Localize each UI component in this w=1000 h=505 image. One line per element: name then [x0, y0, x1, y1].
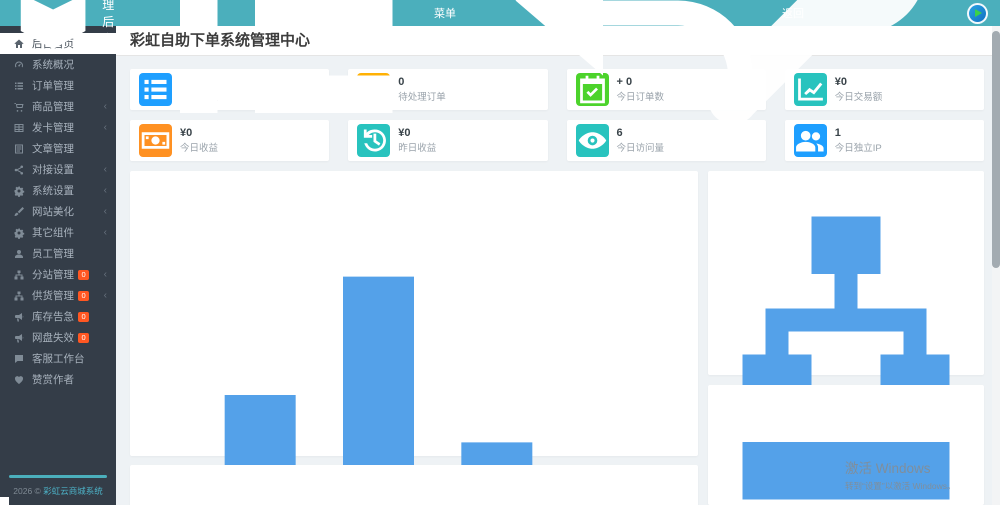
- sidebar-item[interactable]: 客服工作台: [0, 348, 116, 369]
- footer-brand-link[interactable]: 彩虹云商城系统: [43, 486, 103, 496]
- system-info-title: 系统信息: [708, 385, 984, 505]
- heart-icon: [13, 374, 25, 386]
- wrench-icon[interactable]: [653, 0, 953, 163]
- gauge-icon: [13, 59, 25, 71]
- sidebar-footer: 2026 © 彩虹云商城系统: [0, 475, 116, 497]
- sidebar-badge: 0: [78, 290, 90, 301]
- brush-icon: [13, 206, 25, 218]
- chevron-left-icon: ‹: [103, 269, 107, 280]
- sidebar-item[interactable]: 系统概况: [0, 54, 116, 75]
- left-column: 一周交易数据分析 订单量交易量 021602170218021902200221…: [130, 171, 698, 505]
- chevron-left-icon: ‹: [103, 290, 107, 301]
- sitemap-icon: [708, 216, 989, 424]
- list-icon: [13, 80, 25, 92]
- sidebar: 后台首页 系统概况 订单管理 商品管理 ‹ 发卡管理 ‹ 文章管理 对接设置 ‹…: [0, 26, 116, 505]
- user-icon: [13, 248, 25, 260]
- sidebar-item[interactable]: 发卡管理 ‹: [0, 117, 116, 138]
- bullhorn-icon: [13, 311, 25, 323]
- admin-dashboard: 管理后台 菜单 返回 后台首页 系统概况 订单管理: [0, 0, 1000, 505]
- cart-icon: [13, 101, 25, 113]
- sidebar-item[interactable]: 网盘失效 0: [0, 327, 116, 348]
- gear-icon: [13, 185, 25, 197]
- sidebar-footer-bar: [9, 475, 107, 478]
- topbar: 管理后台 菜单 返回: [0, 0, 1000, 125]
- sidebar-item[interactable]: 供货管理 0 ‹: [0, 285, 116, 306]
- right-column: 分站统计 0 分站/用户总数 0 今日新开分站 % ¥0 今日分站提成 ¥0 待…: [708, 171, 984, 505]
- topbar-right: [653, 0, 988, 125]
- brand[interactable]: 管理后台: [0, 0, 116, 56]
- brand-label: 管理后台: [102, 0, 115, 46]
- menu-button[interactable]: 菜单: [130, 0, 456, 163]
- chevron-left-icon: ‹: [103, 206, 107, 217]
- trade-chart-title: 一周交易数据分析: [130, 171, 698, 505]
- book-icon: [13, 143, 25, 155]
- chevron-left-icon: ‹: [103, 185, 107, 196]
- sidebar-footer-text: 2026 © 彩虹云商城系统: [13, 486, 103, 496]
- visit-chart-title: 一周访问统计: [130, 465, 698, 505]
- sitemap-icon: [13, 290, 25, 302]
- share-icon: [13, 164, 25, 176]
- scrollbar-thumb[interactable]: [992, 31, 1000, 268]
- sidebar-badge: 0: [78, 269, 90, 280]
- sitemap-icon: [13, 269, 25, 281]
- sidebar-item[interactable]: 商品管理 ‹: [0, 96, 116, 117]
- sidebar-item[interactable]: 赞赏作者: [0, 369, 116, 390]
- chevron-left-icon: ‹: [103, 101, 107, 112]
- sidebar-item[interactable]: 文章管理: [0, 138, 116, 159]
- substation-panel: 分站统计 0 分站/用户总数 0 今日新开分站 % ¥0 今日分站提成 ¥0 待…: [708, 171, 984, 505]
- scrollbar: [992, 26, 1000, 505]
- browser-logo-icon[interactable]: [967, 2, 988, 24]
- sidebar-badge: 0: [78, 332, 90, 343]
- sidebar-item[interactable]: 网站美化 ‹: [0, 201, 116, 222]
- table-icon: [13, 122, 25, 134]
- sidebar-item[interactable]: 对接设置 ‹: [0, 159, 116, 180]
- system-info-panel: 系统信息 PHP 版本: 7.4.33 MySQL 版本: 5.7.44-log…: [708, 385, 984, 505]
- comment-icon: [13, 353, 25, 365]
- chevron-left-icon: ‹: [103, 122, 107, 133]
- trade-chart-panel: 一周交易数据分析 订单量交易量 021602170218021902200221…: [130, 171, 698, 505]
- sidebar-item[interactable]: 库存告急 0: [0, 306, 116, 327]
- bullhorn-icon: [13, 332, 25, 344]
- chevron-left-icon: ‹: [103, 164, 107, 175]
- sidebar-item[interactable]: 系统设置 ‹: [0, 180, 116, 201]
- sidebar-item[interactable]: 分站管理 0 ‹: [0, 264, 116, 285]
- sidebar-item[interactable]: 其它组件 ‹: [0, 222, 116, 243]
- screen-corner-artifact: [0, 497, 9, 505]
- menu-list-icon: [130, 0, 430, 163]
- visit-chart-panel: 一周访问统计: [130, 465, 698, 505]
- panels-row: 一周交易数据分析 订单量交易量 021602170218021902200221…: [130, 171, 984, 505]
- play-triangle-icon: [975, 9, 982, 17]
- sidebar-item[interactable]: 员工管理: [0, 243, 116, 264]
- sidebar-item[interactable]: 订单管理: [0, 75, 116, 96]
- cube-icon: [10, 0, 96, 56]
- chevron-left-icon: ‹: [103, 227, 107, 238]
- sidebar-menu: 后台首页 系统概况 订单管理 商品管理 ‹ 发卡管理 ‹ 文章管理 对接设置 ‹…: [0, 26, 116, 390]
- cogs-icon: [13, 227, 25, 239]
- sidebar-badge: 0: [78, 311, 90, 322]
